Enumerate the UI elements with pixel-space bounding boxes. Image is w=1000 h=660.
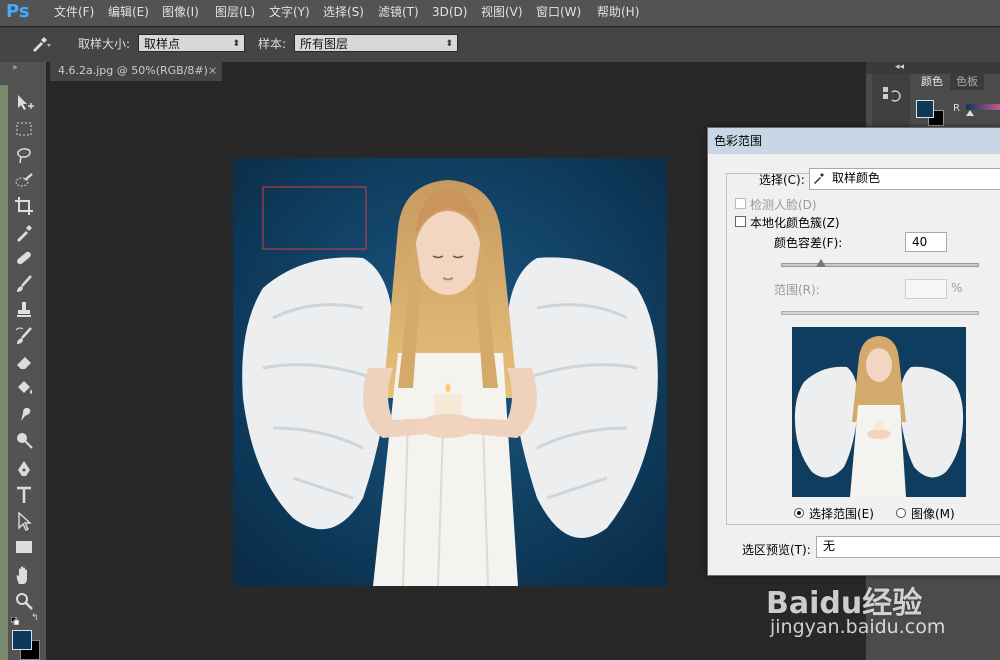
selection-preview-dropdown[interactable]: 无 — [816, 536, 1000, 558]
menu-view[interactable]: 视图(V) — [481, 0, 523, 26]
document-image[interactable] — [233, 158, 667, 587]
range-label: 范围(R): — [774, 283, 820, 297]
paint-bucket-tool-icon[interactable] — [13, 377, 35, 399]
select-dropdown[interactable]: 取样颜色 — [809, 168, 1000, 190]
sample-value: 所有图层 — [300, 37, 349, 51]
detect-faces-checkbox[interactable] — [735, 198, 746, 209]
updown-arrow-icon: ⬍ — [232, 39, 240, 49]
channel-r-label: R — [953, 103, 960, 114]
menu-bar: Ps 文件(F) 编辑(E) 图像(I) 图层(L) 文字(Y) 选择(S) 滤… — [0, 0, 1000, 26]
selection-preview-label: 选区预览(T): — [742, 543, 811, 557]
path-selection-tool-icon[interactable] — [13, 510, 35, 532]
photoshop-logo: Ps — [6, 1, 30, 22]
document-tab-title: 4.6.2a.jpg @ 50%(RGB/8#) — [58, 64, 208, 77]
history-brush-tool-icon[interactable] — [13, 325, 35, 347]
history-panel-icon[interactable] — [880, 84, 902, 106]
sample-label: 样本: — [258, 37, 287, 51]
localized-clusters-checkbox[interactable] — [735, 216, 746, 227]
eyedropper-icon — [812, 171, 826, 185]
collapse-panel-icon[interactable]: » — [12, 63, 18, 73]
radio-image-label: 图像(M) — [911, 507, 955, 521]
menu-select[interactable]: 选择(S) — [323, 0, 364, 26]
fuzziness-slider-thumb[interactable] — [815, 259, 826, 267]
fuzziness-input[interactable]: 40 — [905, 232, 947, 252]
tab-swatches[interactable]: 色板 — [950, 74, 984, 90]
menu-window[interactable]: 窗口(W) — [536, 0, 581, 26]
dialog-title: 色彩范围 — [714, 134, 763, 148]
menu-help[interactable]: 帮助(H) — [597, 0, 639, 26]
lasso-tool-icon[interactable] — [13, 144, 35, 166]
sample-size-select[interactable]: 取样点 ⬍ — [138, 34, 245, 52]
select-label: 选择(C): — [759, 173, 805, 187]
baidu-watermark-url: jingyan.baidu.com — [770, 616, 946, 638]
collapse-dock-icon[interactable]: ◂◂ — [895, 62, 904, 72]
range-unit: % — [951, 281, 963, 295]
desktop-edge-strip — [0, 85, 8, 660]
move-tool-icon[interactable] — [13, 92, 35, 114]
color-range-dialog: 色彩范围 选择(C): 取样颜色 检测人脸(D) 本地化颜色簇(Z) 颜色容差(… — [707, 127, 1000, 576]
range-input[interactable] — [905, 279, 947, 299]
dialog-title-bar[interactable]: 色彩范围 — [708, 128, 1000, 154]
rectangle-tool-icon[interactable] — [13, 536, 35, 558]
menu-3d[interactable]: 3D(D) — [432, 0, 467, 26]
crop-tool-icon[interactable] — [13, 195, 35, 217]
selection-preview-value: 无 — [823, 539, 836, 553]
sample-size-value: 取样点 — [144, 37, 181, 51]
zoom-tool-icon[interactable] — [13, 590, 35, 612]
r-slider-thumb[interactable] — [966, 110, 974, 116]
sample-select[interactable]: 所有图层 ⬍ — [294, 34, 458, 52]
pen-tool-icon[interactable] — [13, 458, 35, 480]
healing-brush-tool-icon[interactable] — [13, 247, 35, 269]
eyedropper-preset-icon[interactable] — [30, 35, 52, 53]
updown-arrow-icon: ⬍ — [445, 39, 453, 49]
menu-layer[interactable]: 图层(L) — [215, 0, 255, 26]
brush-tool-icon[interactable] — [13, 273, 35, 295]
fuzziness-slider-track[interactable] — [781, 263, 979, 267]
panel-header-bar — [866, 62, 1000, 74]
default-colors-icon[interactable] — [10, 614, 20, 626]
panel-foreground-swatch[interactable] — [916, 100, 934, 118]
smudge-tool-icon[interactable] — [13, 403, 35, 425]
menu-image[interactable]: 图像(I) — [162, 0, 199, 26]
radio-selection[interactable] — [794, 508, 804, 518]
menu-filter[interactable]: 滤镜(T) — [378, 0, 419, 26]
preview-thumbnail[interactable] — [792, 327, 966, 497]
close-tab-icon[interactable]: × — [208, 61, 217, 81]
marquee-tool-icon[interactable] — [13, 118, 35, 140]
menu-file[interactable]: 文件(F) — [54, 0, 94, 26]
menu-edit[interactable]: 编辑(E) — [108, 0, 149, 26]
radio-selection-dot — [797, 511, 801, 515]
document-tab[interactable]: 4.6.2a.jpg @ 50%(RGB/8#) × — [50, 61, 222, 81]
hand-tool-icon[interactable] — [13, 564, 35, 586]
eyedropper-tool-icon[interactable] — [13, 221, 35, 243]
sample-size-label: 取样大小: — [78, 37, 131, 51]
radio-selection-label: 选择范围(E) — [809, 507, 874, 521]
dodge-tool-icon[interactable] — [13, 429, 35, 451]
radio-image[interactable] — [896, 508, 906, 518]
localized-clusters-label: 本地化颜色簇(Z) — [750, 216, 840, 230]
range-slider-track[interactable] — [781, 311, 979, 315]
select-value: 取样颜色 — [832, 171, 881, 185]
fuzziness-label: 颜色容差(F): — [774, 236, 843, 250]
eraser-tool-icon[interactable] — [13, 351, 35, 373]
clone-stamp-tool-icon[interactable] — [13, 299, 35, 321]
swap-colors-icon[interactable]: ↰ — [31, 614, 40, 623]
foreground-color-swatch[interactable] — [12, 630, 32, 650]
tab-color[interactable]: 颜色 — [914, 74, 950, 90]
menu-type[interactable]: 文字(Y) — [269, 0, 310, 26]
detect-faces-label: 检测人脸(D) — [750, 198, 817, 212]
quick-selection-tool-icon[interactable] — [13, 170, 35, 192]
type-tool-icon[interactable] — [13, 484, 35, 506]
angel-photo — [233, 158, 667, 587]
